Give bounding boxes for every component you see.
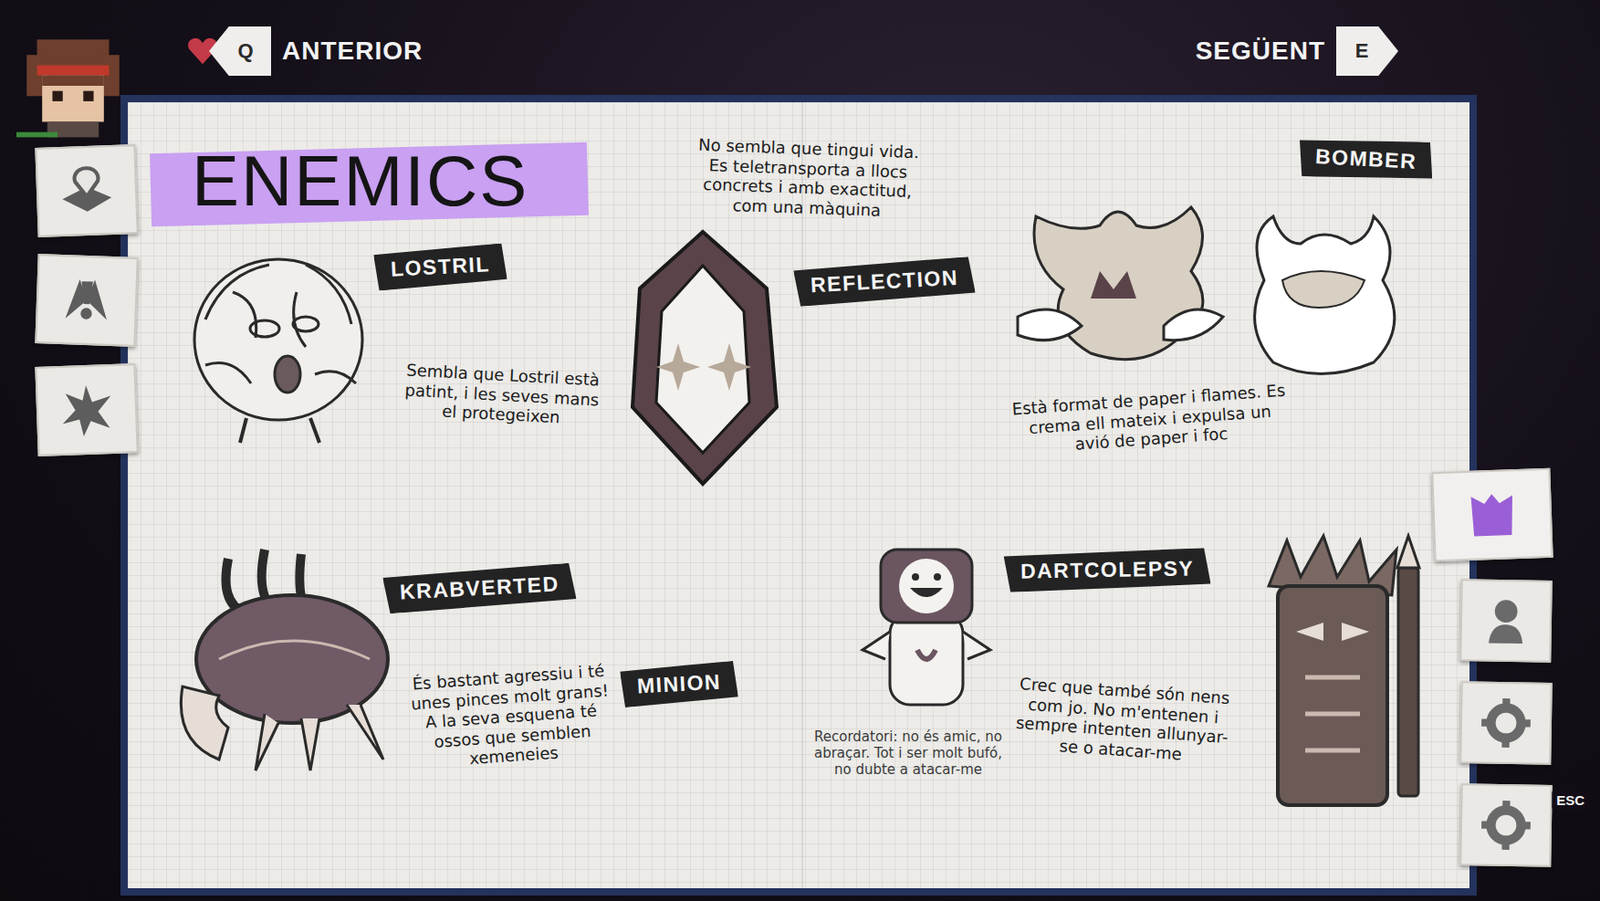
nav-label: ANTERIOR (282, 36, 423, 66)
enemy-entry[interactable]: DARTCOLEPSY Crec que també són nens com … (1003, 531, 1443, 824)
page-title: ENEMICS (191, 138, 529, 225)
enemy-entry[interactable]: REFLECTION No sembla que tingui vida. Es… (611, 138, 1004, 490)
enemy-drawing (164, 237, 393, 457)
enemy-cell: MINION Recordatori: no és amic, no abraç… (611, 531, 1004, 861)
alert-icon (57, 271, 116, 330)
section-tab[interactable] (34, 144, 138, 238)
enemy-name: LOSTRIL (373, 242, 508, 292)
gear-icon (1476, 693, 1535, 752)
enemy-entry[interactable]: LOSTRIL Sembla que Lostril està patint, … (164, 237, 612, 457)
section-tabs (36, 102, 151, 455)
enemy-description: Sembla que Lostril està patint, i les se… (399, 359, 604, 429)
enemy-drawing (164, 531, 411, 778)
key-hint: Q (209, 26, 272, 76)
enemy-cell: BOMBER Està format de paper i flames. Es… (1003, 138, 1443, 532)
player-avatar-icon (16, 29, 130, 143)
next-page-button[interactable]: SEGÜENT E (1195, 26, 1399, 76)
section-tab[interactable] (34, 253, 138, 347)
enemy-description: Crec que també són nens com jo. No m'ent… (1010, 673, 1234, 768)
gear-icon (1476, 795, 1535, 854)
enemy-description: És bastant agressiu i té unes pinces mol… (407, 659, 616, 773)
top-bar: Q ANTERIOR SEGÜENT E (0, 0, 1600, 103)
enemy-cell: REFLECTION No sembla que tingui vida. Es… (611, 138, 1004, 532)
enemy-cell: ENEMICS LOSTRIL Sembla que Lostril està … (164, 138, 612, 532)
minion-icon (853, 531, 1000, 723)
enemy-description: Recordatori: no és amic, no abraçar. Tot… (812, 728, 1004, 778)
key-hint: E (1336, 26, 1399, 76)
enemy-name: KRABVERTED (382, 563, 577, 615)
enemy-name: DARTCOLEPSY (1003, 547, 1212, 593)
previous-page-button[interactable]: Q ANTERIOR (187, 26, 423, 76)
bestiary-icon (1463, 485, 1522, 544)
enemy-entry[interactable]: KRABVERTED És bastant agressiu i té unes… (164, 531, 612, 778)
enemy-drawing (1241, 531, 1443, 824)
menu-tabs (1428, 102, 1552, 867)
journal: ENEMICS LOSTRIL Sembla que Lostril està … (0, 102, 1600, 889)
enemy-name: REFLECTION (793, 256, 976, 307)
bomber-icon (1008, 179, 1438, 390)
enemy-description: Està format de paper i flames. Es crema … (1011, 380, 1289, 460)
map-pin-icon (57, 161, 116, 220)
lostril-icon (168, 237, 388, 457)
nav-label: SEGÜENT (1195, 36, 1326, 66)
menu-tab[interactable] (1459, 680, 1553, 765)
section-tab[interactable] (34, 363, 138, 457)
enemy-name: MINION (619, 660, 739, 709)
menu-tab[interactable] (1459, 783, 1553, 868)
menu-tab[interactable] (1431, 468, 1553, 562)
enemy-entry[interactable]: BOMBER Està format de paper i flames. Es… (1003, 138, 1443, 450)
dartcolepsy-icon (1241, 531, 1443, 824)
enemy-description: No sembla que tingui vida. Es teletransp… (692, 135, 924, 222)
journal-screen: Q ANTERIOR SEGÜENT E ENEMICS LOSTRIL Sem… (0, 0, 1600, 901)
enemy-drawing (1003, 179, 1443, 390)
close-hint[interactable]: ESC (1551, 790, 1590, 810)
enemy-entry[interactable]: MINION Recordatori: no és amic, no abraç… (611, 531, 1004, 778)
enemy-cell: DARTCOLEPSY Crec que també són nens com … (1003, 531, 1443, 861)
person-icon (1476, 591, 1535, 649)
enemy-drawing (848, 531, 1004, 723)
journal-page: ENEMICS LOSTRIL Sembla que Lostril està … (127, 102, 1470, 889)
enemy-cell: KRABVERTED És bastant agressiu i té unes… (164, 531, 612, 861)
menu-tab[interactable] (1459, 578, 1553, 663)
enemy-drawing (611, 224, 795, 490)
burst-icon (57, 380, 116, 440)
krabverted-icon (164, 531, 411, 778)
enemy-name: BOMBER (1297, 135, 1434, 184)
reflection-icon (616, 224, 790, 490)
